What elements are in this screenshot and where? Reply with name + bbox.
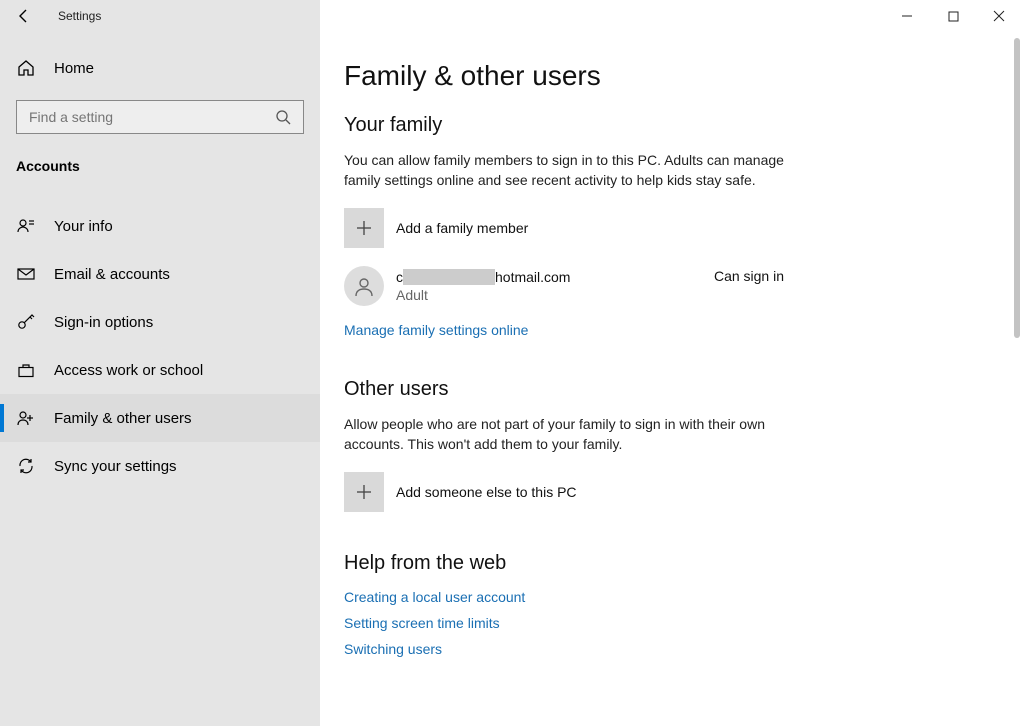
sidebar: Home Accounts Your info Email xyxy=(0,32,320,726)
account-role: Adult xyxy=(396,287,702,303)
add-family-member-button[interactable]: Add a family member xyxy=(344,208,916,248)
help-link-local-account[interactable]: Creating a local user account xyxy=(344,589,916,605)
briefcase-icon xyxy=(16,361,36,379)
people-icon xyxy=(16,409,36,427)
family-heading: Your family xyxy=(344,114,916,137)
account-status: Can sign in xyxy=(714,268,784,284)
help-link-switching-users[interactable]: Switching users xyxy=(344,641,916,657)
sidebar-item-access-work-school[interactable]: Access work or school xyxy=(0,346,320,394)
category-heading: Accounts xyxy=(0,146,320,184)
help-heading: Help from the web xyxy=(344,552,916,575)
sidebar-item-label: Your info xyxy=(54,218,113,235)
family-description: You can allow family members to sign in … xyxy=(344,151,804,190)
sidebar-item-your-info[interactable]: Your info xyxy=(0,202,320,250)
key-icon xyxy=(16,313,36,331)
family-account-row[interactable]: chotmail.com Adult Can sign in xyxy=(344,266,784,306)
sidebar-item-family-other-users[interactable]: Family & other users xyxy=(0,394,320,442)
user-info-icon xyxy=(16,217,36,235)
content-area: Family & other users Your family You can… xyxy=(320,32,1022,726)
nav-list: Your info Email & accounts Sign-in optio… xyxy=(0,202,320,490)
sidebar-item-label: Family & other users xyxy=(54,410,192,427)
main: Home Accounts Your info Email xyxy=(0,32,1022,726)
redacted-text xyxy=(403,269,495,285)
add-other-user-button[interactable]: Add someone else to this PC xyxy=(344,472,916,512)
add-family-label: Add a family member xyxy=(396,220,528,236)
back-button[interactable] xyxy=(0,0,48,32)
sidebar-item-label: Sync your settings xyxy=(54,458,177,475)
home-icon xyxy=(16,59,36,77)
manage-family-link[interactable]: Manage family settings online xyxy=(344,322,916,338)
sidebar-item-signin-options[interactable]: Sign-in options xyxy=(0,298,320,346)
avatar-icon xyxy=(344,266,384,306)
minimize-button[interactable] xyxy=(884,0,930,32)
titlebar: Settings xyxy=(0,0,1022,32)
close-icon xyxy=(993,10,1005,22)
mail-icon xyxy=(16,265,36,283)
page-title: Family & other users xyxy=(344,60,916,92)
sidebar-item-sync-settings[interactable]: Sync your settings xyxy=(0,442,320,490)
maximize-icon xyxy=(948,11,959,22)
plus-icon xyxy=(344,208,384,248)
scrollbar-thumb[interactable] xyxy=(1014,38,1020,338)
home-button[interactable]: Home xyxy=(0,44,320,92)
search-input[interactable] xyxy=(16,100,304,134)
home-label: Home xyxy=(54,60,94,77)
sync-icon xyxy=(16,457,36,475)
sidebar-item-label: Sign-in options xyxy=(54,314,153,331)
maximize-button[interactable] xyxy=(930,0,976,32)
search-field[interactable] xyxy=(27,108,273,126)
minimize-icon xyxy=(901,10,913,22)
help-link-screen-time[interactable]: Setting screen time limits xyxy=(344,615,916,631)
search-icon xyxy=(273,109,293,125)
plus-icon xyxy=(344,472,384,512)
sidebar-item-label: Email & accounts xyxy=(54,266,170,283)
window-title: Settings xyxy=(48,9,101,23)
add-other-label: Add someone else to this PC xyxy=(396,484,577,500)
arrow-left-icon xyxy=(16,8,32,24)
sidebar-item-label: Access work or school xyxy=(54,362,203,379)
close-button[interactable] xyxy=(976,0,1022,32)
other-users-description: Allow people who are not part of your fa… xyxy=(344,415,804,454)
sidebar-item-email-accounts[interactable]: Email & accounts xyxy=(0,250,320,298)
scrollbar[interactable] xyxy=(1014,32,1020,726)
other-users-heading: Other users xyxy=(344,378,916,401)
account-email: chotmail.com xyxy=(396,269,702,285)
